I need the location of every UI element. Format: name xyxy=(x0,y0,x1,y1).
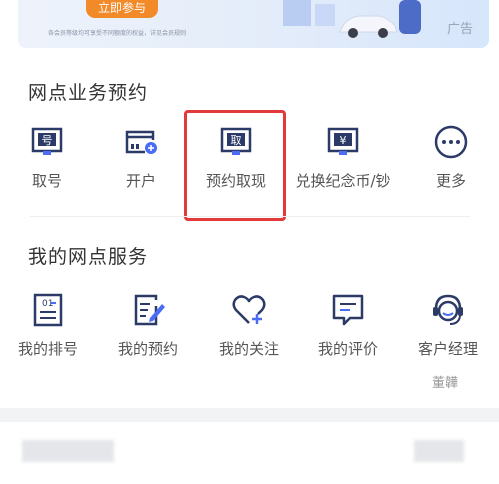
grid-item-more[interactable]: 更多 xyxy=(401,120,499,191)
branch-business-title: 网点业务预约 xyxy=(28,82,149,104)
grid-item-label: 客户经理 xyxy=(417,340,478,358)
commemorative-coin-icon: ¥ xyxy=(327,127,359,155)
heart-plus-icon xyxy=(232,295,266,324)
grid-item-open-account[interactable]: 开户 xyxy=(91,120,191,191)
section-separator xyxy=(0,408,499,422)
grid-item-label: 我的评价 xyxy=(317,340,378,358)
grid-item-label: 我的预约 xyxy=(117,340,178,358)
ad-label: 广告 xyxy=(446,22,473,37)
grid-item-my-appointment[interactable]: 我的预约 xyxy=(98,288,198,359)
queue-number-icon: 01 xyxy=(33,293,63,327)
appointment-edit-icon xyxy=(134,294,165,326)
grid-item-label: 取号 xyxy=(31,172,62,190)
car-promo-icon xyxy=(283,0,421,38)
open-account-card-icon xyxy=(125,130,157,154)
grid-item-customer-manager[interactable]: 客户经理 xyxy=(398,288,498,359)
grid-item-my-queue[interactable]: 01 我的排号 xyxy=(0,288,98,359)
blurred-content xyxy=(22,440,114,462)
grid-item-label: 更多 xyxy=(435,172,466,190)
blurred-content xyxy=(414,440,464,462)
grid-item-commemorative-coin[interactable]: ¥ 兑换纪念币/钞 xyxy=(293,120,393,191)
ad-banner[interactable]: 立即参与 各会员等级均可享受不同额度的权益，详见会员规则 广告 xyxy=(18,0,489,48)
grid-item-take-number[interactable]: 号 取号 xyxy=(0,120,97,191)
my-services-title: 我的网点服务 xyxy=(28,246,149,268)
banner-join-button[interactable]: 立即参与 xyxy=(86,0,158,18)
more-dots-icon xyxy=(434,125,468,159)
grid-item-label: 开户 xyxy=(125,172,156,190)
review-chat-icon xyxy=(332,294,364,326)
svg-text:号: 号 xyxy=(42,134,53,147)
customer-manager-icon xyxy=(433,294,463,325)
grid-item-label: 我的排号 xyxy=(17,340,78,358)
grid-item-label: 我的关注 xyxy=(218,340,279,358)
banner-note: 各会员等级均可享受不同额度的权益，详见会员规则 xyxy=(48,30,187,37)
divider xyxy=(30,216,470,217)
highlight-box xyxy=(184,110,286,221)
grid-item-my-reviews[interactable]: 我的评价 xyxy=(298,288,398,359)
ticket-number-icon: 号 xyxy=(31,127,63,155)
manager-name: 董韡 xyxy=(432,376,459,391)
grid-item-my-following[interactable]: 我的关注 xyxy=(199,288,299,359)
svg-text:¥: ¥ xyxy=(340,134,347,147)
grid-item-label: 兑换纪念币/钞 xyxy=(295,172,391,190)
